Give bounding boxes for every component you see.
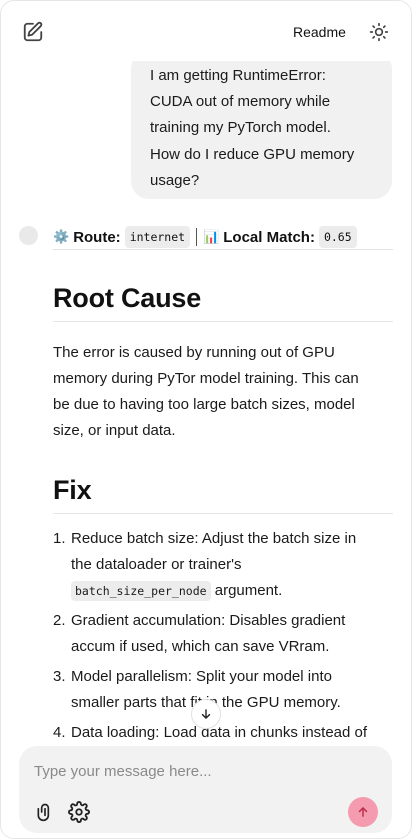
paragraph-line: The error is caused by running out of GP… bbox=[53, 344, 335, 361]
list-line: Reduce batch size: Adjust the batch size… bbox=[71, 530, 357, 547]
route-separator bbox=[196, 228, 198, 246]
heading-fix: Fix bbox=[53, 475, 92, 505]
route-info: ⚙️ Route: internet 📊 Local Match: 0.65 bbox=[53, 225, 393, 249]
local-match-label: Local Match: bbox=[223, 228, 315, 246]
gear-icon[interactable] bbox=[68, 801, 90, 823]
user-message-line: training my PyTorch model. bbox=[150, 119, 331, 137]
divider bbox=[53, 321, 393, 322]
list-item: 4. Data loading: Load data in chunks ins… bbox=[53, 720, 393, 746]
paragraph-line: memory during PyTor model training. This… bbox=[53, 370, 359, 387]
divider bbox=[53, 249, 393, 250]
user-message-line: I am getting RuntimeError: bbox=[150, 67, 326, 84]
local-match-value: 0.65 bbox=[318, 226, 357, 248]
list-number: 2. bbox=[53, 612, 66, 629]
top-bar: Readme bbox=[1, 1, 411, 61]
user-message-line: usage? bbox=[150, 171, 200, 189]
gear-emoji-icon: ⚙️ bbox=[53, 229, 70, 244]
list-line: Model parallelism: Split your model into bbox=[71, 668, 332, 685]
heading-root-cause: Root Cause bbox=[53, 283, 202, 313]
fix-list: 1. Reduce batch size: Adjust the batch s… bbox=[53, 526, 393, 746]
list-item: 1. Reduce batch size: Adjust the batch s… bbox=[53, 526, 393, 604]
assistant-avatar bbox=[19, 226, 38, 245]
chat-scroll-area[interactable]: I am getting RuntimeError: CUDA out of m… bbox=[1, 1, 411, 746]
user-message-line: CUDA out of memory while bbox=[150, 93, 331, 111]
list-number: 4. bbox=[53, 724, 66, 741]
root-cause-paragraph: The error is caused by running out of GP… bbox=[53, 340, 393, 444]
route-value: internet bbox=[124, 226, 191, 248]
chart-emoji-icon: 📊 bbox=[203, 229, 220, 244]
app-frame: I am getting RuntimeError: CUDA out of m… bbox=[0, 0, 412, 839]
arrow-down-icon bbox=[201, 709, 211, 719]
list-number: 3. bbox=[53, 668, 66, 685]
list-line: smaller parts that fit in the GPU memory… bbox=[71, 694, 341, 711]
divider bbox=[53, 513, 393, 514]
paragraph-line: be due to having too large batch sizes, … bbox=[53, 396, 355, 413]
message-input[interactable] bbox=[34, 760, 374, 782]
paperclip-icon[interactable] bbox=[35, 802, 55, 822]
send-button[interactable] bbox=[348, 797, 378, 827]
inline-code: batch_size_per_node bbox=[71, 581, 211, 601]
scroll-to-bottom-button[interactable] bbox=[191, 699, 221, 729]
list-line: batch_size_per_node argument. bbox=[71, 578, 393, 604]
paragraph-line: size, or input data. bbox=[53, 422, 176, 439]
list-line: accum if used, which can save VRram. bbox=[71, 638, 330, 655]
sun-icon[interactable] bbox=[369, 22, 389, 42]
message-composer bbox=[19, 746, 392, 833]
arrow-up-icon bbox=[358, 807, 368, 817]
list-item: 2. Gradient accumulation: Disables gradi… bbox=[53, 608, 393, 660]
list-line: Data loading: Load data in chunks instea… bbox=[71, 724, 368, 741]
user-message-bubble: I am getting RuntimeError: CUDA out of m… bbox=[131, 51, 392, 199]
list-line: the dataloader or trainer's bbox=[71, 556, 242, 573]
edit-icon[interactable] bbox=[22, 21, 44, 43]
list-item: 3. Model parallelism: Split your model i… bbox=[53, 664, 393, 716]
list-number: 1. bbox=[53, 530, 66, 547]
list-line-tail: argument. bbox=[210, 582, 283, 599]
route-label: Route: bbox=[73, 228, 121, 246]
list-line: Gradient accumulation: Disables gradient bbox=[71, 612, 346, 629]
user-message-line: How do I reduce GPU memory bbox=[150, 145, 355, 163]
readme-button[interactable]: Readme bbox=[293, 24, 346, 40]
